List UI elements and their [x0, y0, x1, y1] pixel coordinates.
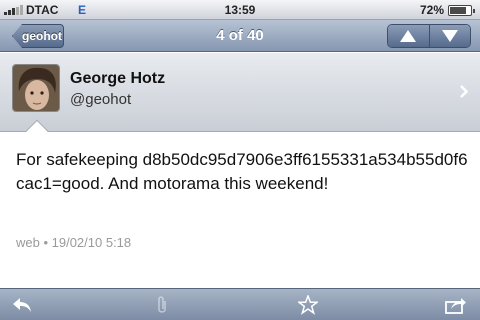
user-name: George Hotz [70, 70, 166, 87]
tweet-text: For safekeeping d8b50dc95d7906e3ff615533… [16, 150, 468, 193]
favorite-button[interactable] [294, 293, 322, 317]
clock: 13:59 [224, 3, 256, 17]
reply-button[interactable] [8, 293, 36, 317]
next-button[interactable] [428, 25, 470, 47]
battery-icon [448, 5, 475, 16]
chevron-right-icon [460, 85, 468, 98]
prev-next-control [387, 24, 471, 48]
share-icon [445, 298, 466, 314]
share-button[interactable] [442, 293, 470, 317]
navigation-bar: geohot 4 of 40 [0, 20, 480, 52]
reply-icon [13, 298, 31, 312]
user-handle: @geohot [70, 91, 132, 108]
avatar[interactable] [12, 64, 60, 112]
arrow-down-icon [441, 30, 458, 42]
bottom-toolbar [0, 288, 480, 320]
attachment-icon [158, 296, 166, 313]
profile-header[interactable]: George Hotz @geohot [0, 53, 480, 132]
previous-button[interactable] [388, 25, 429, 47]
battery-percent: 72% [419, 3, 444, 17]
star-icon [298, 295, 318, 315]
status-bar: DTAC E 13:59 72% [0, 0, 480, 20]
attach-button[interactable] [148, 293, 176, 317]
tweet-meta: web • 19/02/10 5:18 [16, 235, 132, 250]
arrow-up-icon [400, 30, 417, 42]
